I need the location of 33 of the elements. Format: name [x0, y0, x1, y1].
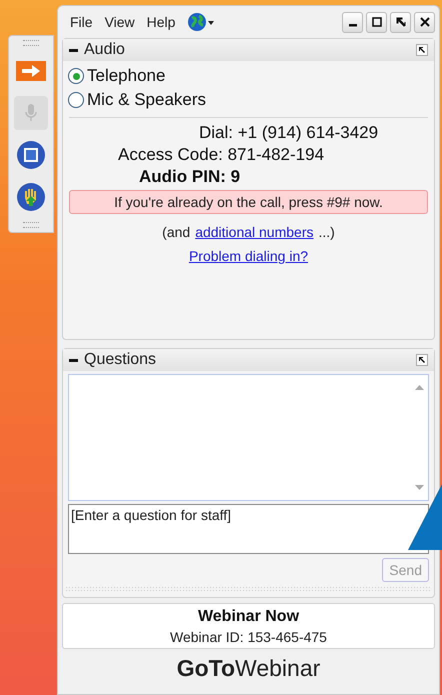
pointer-icon	[408, 484, 442, 550]
radio-label[interactable]: Telephone	[87, 66, 166, 86]
restore-icon[interactable]	[390, 12, 411, 32]
panel-title: Questions	[84, 351, 156, 369]
additional-numbers-link[interactable]: additional numbers	[195, 224, 314, 240]
webinar-title: Webinar Now	[198, 608, 300, 626]
minimize-icon[interactable]	[342, 12, 363, 32]
problem-link[interactable]: Problem dialing in?	[188, 248, 308, 264]
panel-title: Audio	[84, 41, 125, 59]
access-code: Access Code: 871-482-194	[117, 144, 326, 166]
note-text: (and	[162, 224, 190, 240]
pop-out-icon[interactable]	[416, 354, 428, 366]
pop-out-icon[interactable]	[416, 44, 428, 56]
question-field[interactable]: [Enter a question for staff]	[68, 504, 429, 554]
menu-item[interactable]: Help	[146, 14, 176, 30]
menu-item[interactable]: View	[104, 14, 135, 30]
radio-button[interactable]	[68, 68, 84, 84]
logo: GoToWebinar	[176, 655, 322, 682]
webinar-id: Webinar ID: 153-465-475	[170, 629, 327, 645]
menu-item[interactable]: File	[70, 14, 93, 30]
note-text: ...)	[318, 224, 335, 240]
audio-pin: Audio PIN: 9	[138, 166, 242, 188]
radio-label[interactable]: Mic & Speakers	[87, 90, 206, 110]
collapse-icon[interactable]	[69, 358, 78, 362]
screen-icon[interactable]	[14, 138, 48, 172]
collapse-icon[interactable]	[69, 48, 78, 52]
notice-banner: If you're already on the call, press #9# now.	[69, 190, 428, 214]
maximize-icon[interactable]	[366, 12, 387, 32]
raised-hand-icon[interactable]	[14, 180, 48, 214]
close-icon[interactable]	[414, 12, 435, 32]
radio-button[interactable]	[68, 92, 84, 108]
globe-icon[interactable]	[187, 12, 216, 32]
dial-number: Dial: +1 (914) 614-3429	[198, 122, 380, 144]
